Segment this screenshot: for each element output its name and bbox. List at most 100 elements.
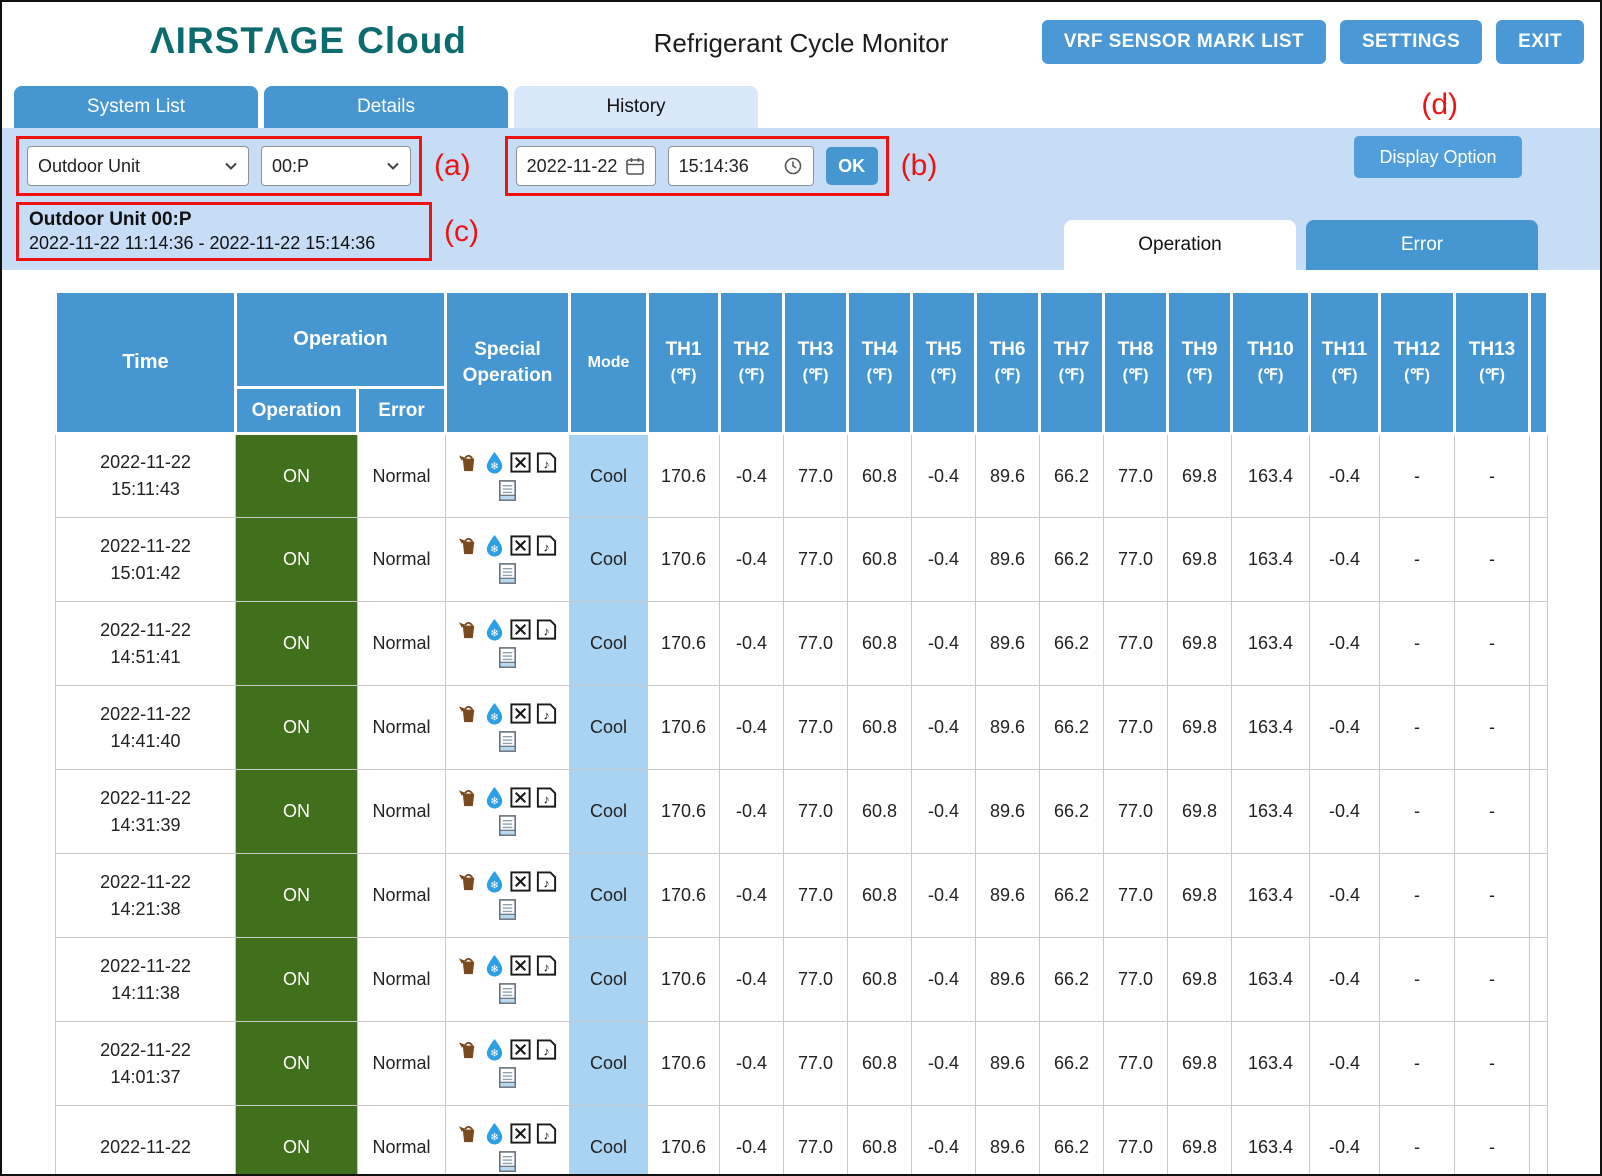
unit-type-select[interactable]: Outdoor Unit: [27, 146, 249, 186]
svg-text:♪: ♪: [543, 540, 549, 554]
value-cell-th11: -0.4: [1310, 770, 1380, 854]
special-operation-icons: ❄ ♪: [454, 617, 562, 671]
value-cell-th6: 89.6: [976, 938, 1040, 1022]
partial-cell: [1530, 938, 1548, 1022]
value-cell-th2: -0.4: [720, 770, 784, 854]
music-note-box-icon: ♪: [534, 869, 560, 895]
value-cell-th4: 60.8: [848, 1022, 912, 1106]
svg-text:♪: ♪: [543, 876, 549, 890]
value-cell-th1: 170.6: [648, 1022, 720, 1106]
value-cell-th12: -: [1380, 854, 1455, 938]
value-cell-th7: 66.2: [1040, 518, 1104, 602]
value-cell-th3: 77.0: [784, 770, 848, 854]
settings-button[interactable]: SETTINGS: [1340, 20, 1482, 64]
oil-recovery-icon: [456, 1037, 482, 1063]
value-cell-th6: 89.6: [976, 1022, 1040, 1106]
exit-button[interactable]: EXIT: [1496, 20, 1584, 64]
value-cell-th6: 89.6: [976, 1106, 1040, 1176]
music-note-box-icon: ♪: [534, 449, 560, 475]
unit-address-select[interactable]: 00:P: [261, 146, 411, 186]
oil-recovery-icon: [456, 617, 482, 643]
history-row: 2022-11-22ONNormal ❄ ♪: [56, 1106, 1548, 1176]
special-operation-icons: ❄ ♪: [454, 449, 562, 503]
column-header-error: Error: [358, 388, 446, 434]
mode-cell: Cool: [570, 1106, 648, 1176]
column-header-special-operation: Special Operation: [446, 292, 570, 434]
document-icon: [495, 1065, 521, 1091]
display-option-button[interactable]: Display Option: [1354, 136, 1522, 178]
operation-cell: ON: [236, 770, 358, 854]
svg-text:♪: ♪: [543, 708, 549, 722]
cancel-box-icon: [508, 701, 534, 727]
special-operation-icons: ❄ ♪: [454, 701, 562, 755]
ok-button[interactable]: OK: [826, 147, 878, 185]
date-input[interactable]: 2022-11-22: [516, 146, 656, 186]
value-cell-th1: 170.6: [648, 518, 720, 602]
subtab-error[interactable]: Error: [1306, 220, 1538, 270]
music-note-box-icon: ♪: [534, 785, 560, 811]
column-header-th4: TH4(℉): [848, 292, 912, 434]
value-cell-th6: 89.6: [976, 770, 1040, 854]
operation-cell: ON: [236, 938, 358, 1022]
subtab-operation[interactable]: Operation: [1064, 220, 1296, 270]
value-cell-th3: 77.0: [784, 518, 848, 602]
error-cell: Normal: [358, 770, 446, 854]
value-cell-th8: 77.0: [1104, 1022, 1168, 1106]
value-cell-th3: 77.0: [784, 854, 848, 938]
error-cell: Normal: [358, 602, 446, 686]
music-note-box-icon: ♪: [534, 1037, 560, 1063]
value-cell-th9: 69.8: [1168, 686, 1232, 770]
value-cell-th13: -: [1455, 1022, 1530, 1106]
value-cell-th4: 60.8: [848, 854, 912, 938]
annotation-a-box: Outdoor Unit 00:P: [16, 136, 422, 196]
special-operation-cell: ❄ ♪: [446, 1022, 570, 1106]
history-row: 2022-11-2215:01:42ONNormal ❄ ♪: [56, 518, 1548, 602]
oil-recovery-icon: [456, 1121, 482, 1147]
history-row: 2022-11-2214:51:41ONNormal ❄ ♪: [56, 602, 1548, 686]
value-cell-th13: -: [1455, 434, 1530, 518]
svg-text:♪: ♪: [543, 960, 549, 974]
document-icon: [495, 813, 521, 839]
value-cell-th9: 69.8: [1168, 938, 1232, 1022]
value-cell-th9: 69.8: [1168, 1106, 1232, 1176]
partial-cell: [1530, 434, 1548, 518]
value-cell-th13: -: [1455, 686, 1530, 770]
unit-type-value: Outdoor Unit: [38, 156, 140, 177]
tab-details[interactable]: Details: [264, 86, 508, 128]
cancel-box-icon: [508, 1037, 534, 1063]
value-cell-th13: -: [1455, 518, 1530, 602]
mode-cell: Cool: [570, 1022, 648, 1106]
mode-cell: Cool: [570, 434, 648, 518]
column-header-mode: Mode: [570, 292, 648, 434]
time-cell: 2022-11-2214:21:38: [56, 854, 236, 938]
top-bar: ΛIRSTΛGECloud Refrigerant Cycle Monitor …: [2, 2, 1600, 82]
brand-main: ΛIRSTΛGE: [150, 20, 345, 61]
annotation-c-box: Outdoor Unit 00:P 2022-11-22 11:14:36 - …: [16, 202, 432, 261]
vrf-sensor-mark-list-button[interactable]: VRF SENSOR MARK LIST: [1042, 20, 1326, 64]
music-note-box-icon: ♪: [534, 953, 560, 979]
value-cell-th6: 89.6: [976, 602, 1040, 686]
value-cell-th8: 77.0: [1104, 434, 1168, 518]
value-cell-th12: -: [1380, 938, 1455, 1022]
value-cell-th8: 77.0: [1104, 938, 1168, 1022]
value-cell-th9: 69.8: [1168, 854, 1232, 938]
time-value: 15:14:36: [679, 156, 749, 177]
app-window: ΛIRSTΛGECloud Refrigerant Cycle Monitor …: [0, 0, 1602, 1176]
oil-recovery-icon: [456, 701, 482, 727]
history-subtabs: Operation Error: [1064, 220, 1538, 270]
value-cell-th8: 77.0: [1104, 854, 1168, 938]
tab-system-list[interactable]: System List: [14, 86, 258, 128]
value-cell-th5: -0.4: [912, 686, 976, 770]
value-cell-th5: -0.4: [912, 938, 976, 1022]
value-cell-th12: -: [1380, 434, 1455, 518]
time-input[interactable]: 15:14:36: [668, 146, 814, 186]
value-cell-th11: -0.4: [1310, 854, 1380, 938]
music-note-box-icon: ♪: [534, 617, 560, 643]
value-cell-th11: -0.4: [1310, 1022, 1380, 1106]
tab-history[interactable]: History: [514, 86, 758, 128]
special-operation-cell: ❄ ♪: [446, 770, 570, 854]
svg-text:❄: ❄: [490, 964, 499, 976]
value-cell-th7: 66.2: [1040, 1022, 1104, 1106]
value-cell-th7: 66.2: [1040, 686, 1104, 770]
special-operation-cell: ❄ ♪: [446, 686, 570, 770]
